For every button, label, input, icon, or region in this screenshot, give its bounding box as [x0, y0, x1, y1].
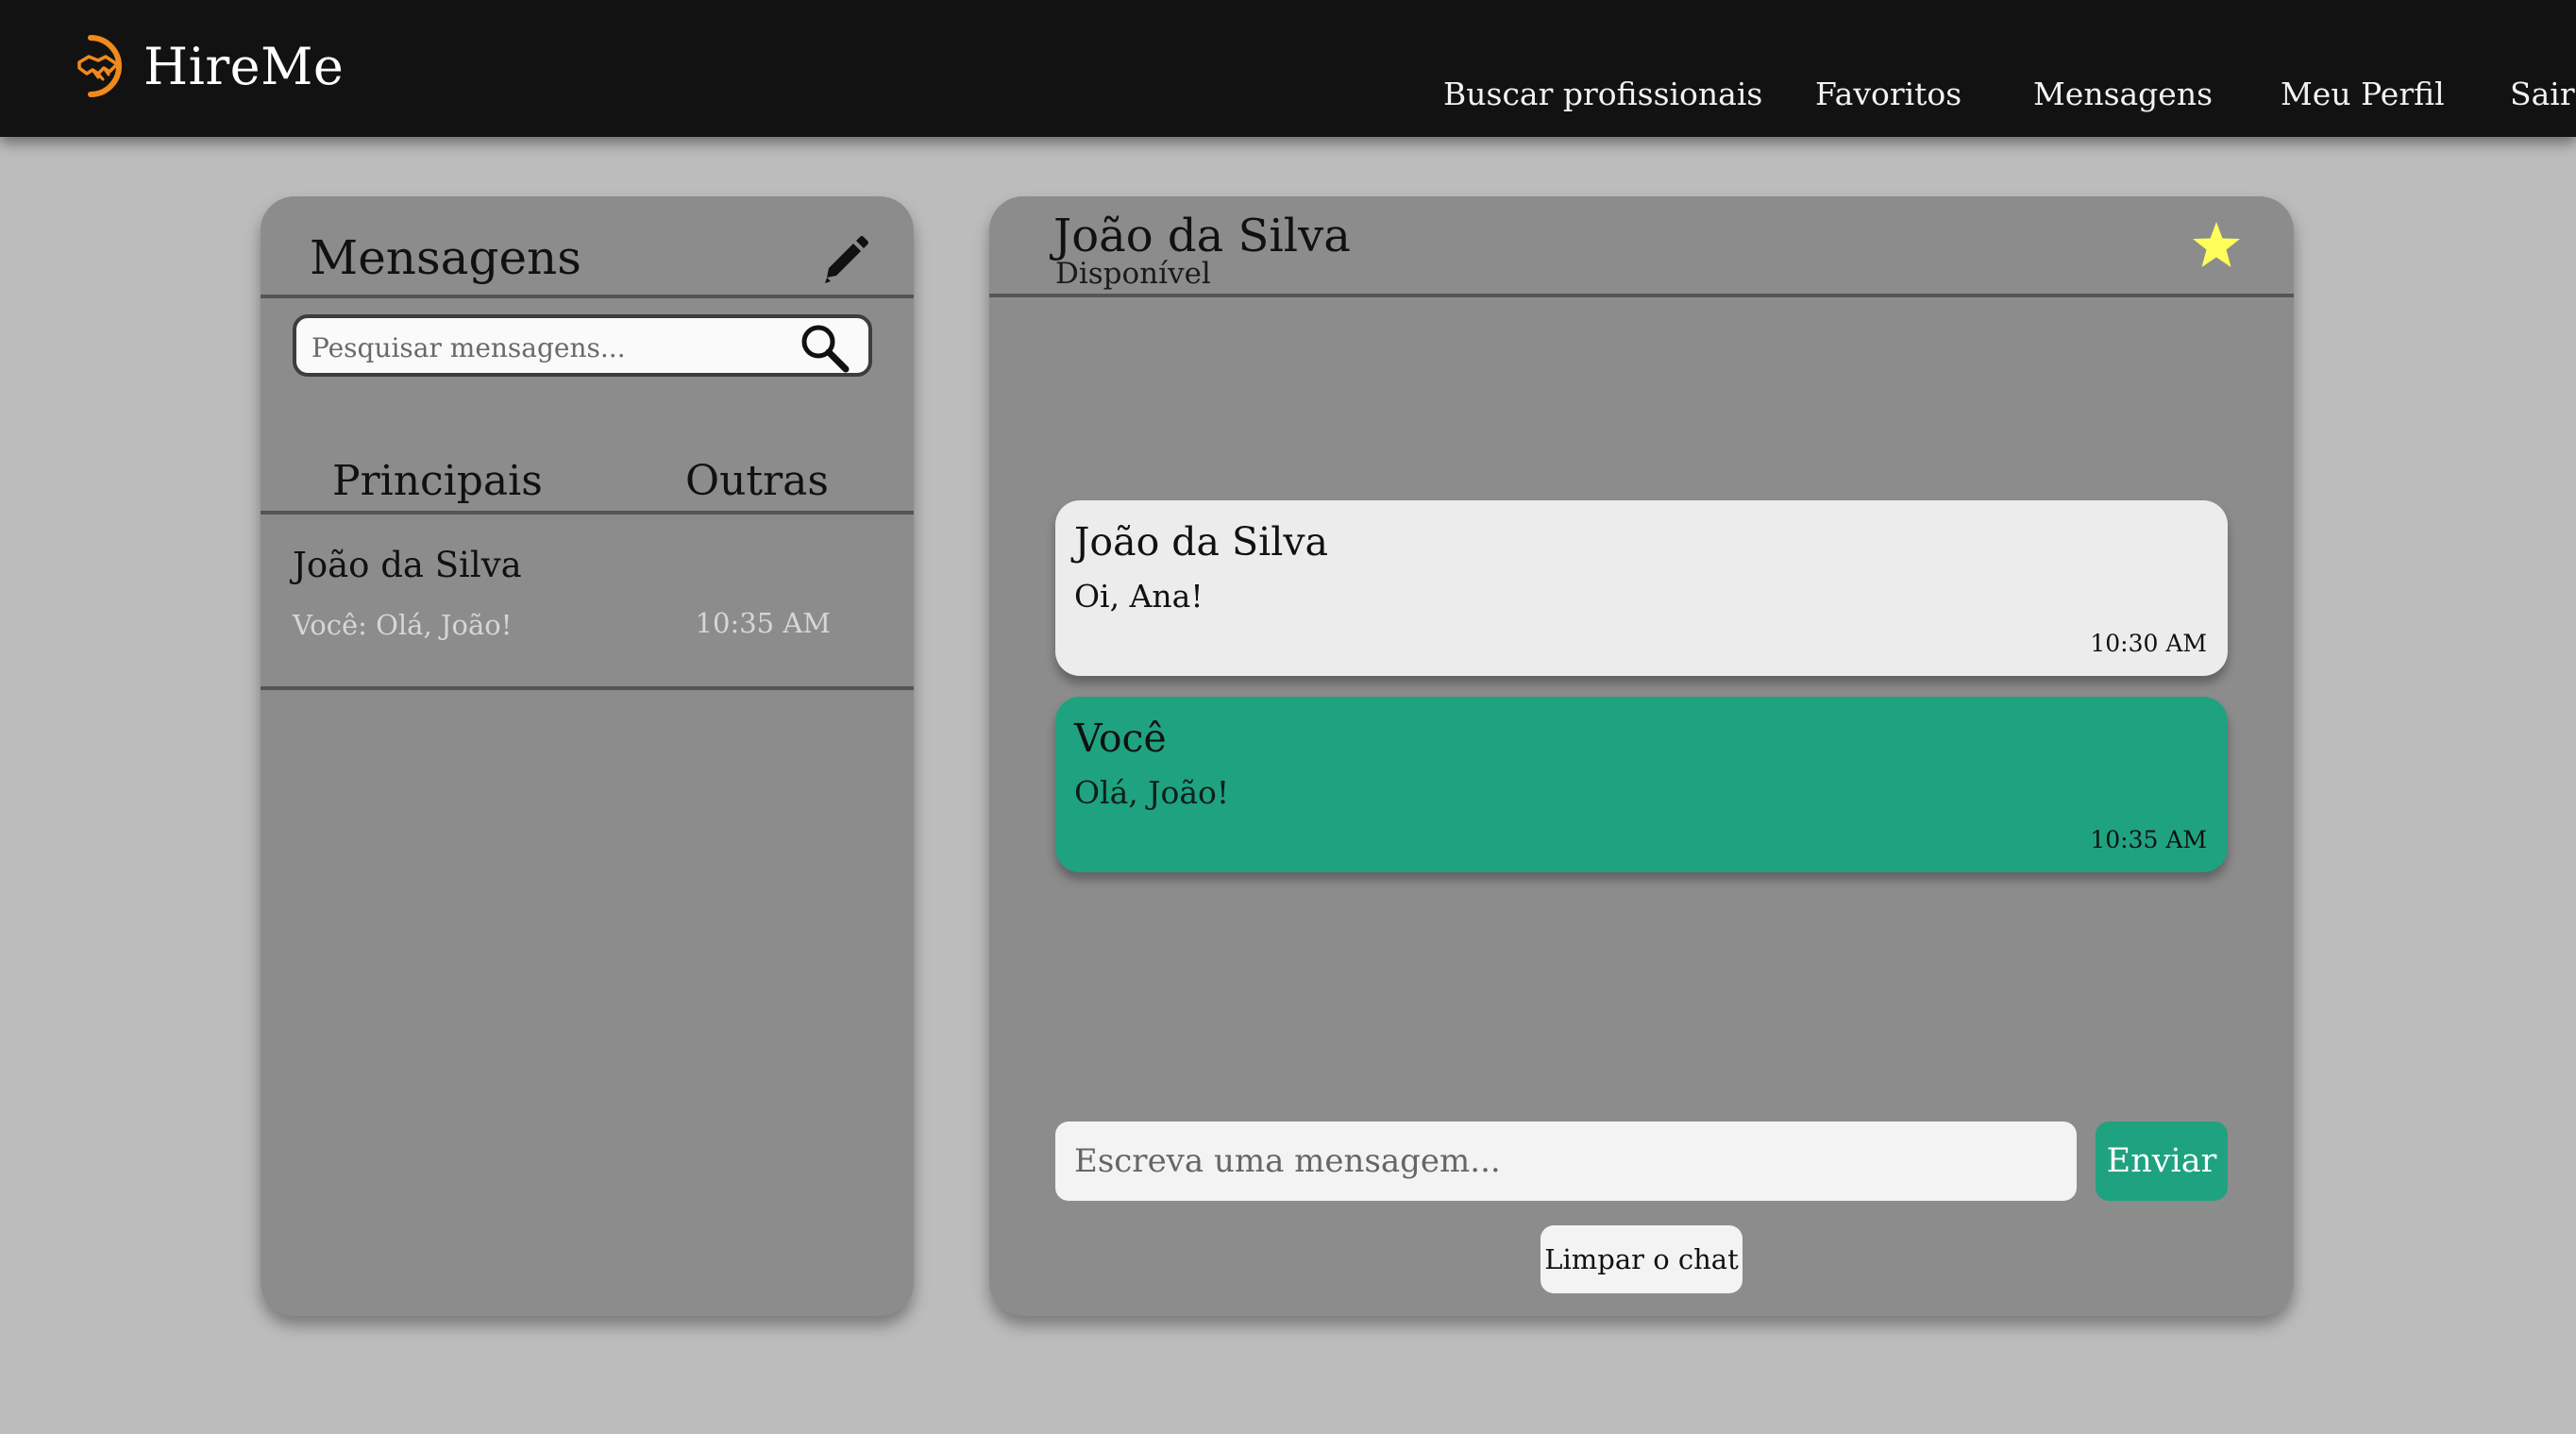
nav-link-sair[interactable]: Sair: [2510, 76, 2575, 112]
message-time: 10:35 AM: [2090, 826, 2207, 853]
top-navbar: HireMe Buscar profissionais Favoritos Me…: [0, 0, 2576, 137]
search-input[interactable]: [310, 326, 785, 369]
divider: [261, 686, 914, 690]
tab-outras[interactable]: Outras: [685, 457, 829, 505]
message-outgoing: Você Olá, João! 10:35 AM: [1055, 697, 2228, 872]
star-icon[interactable]: [2190, 219, 2243, 272]
message-sender: Você: [1074, 716, 1167, 761]
contact-name: João da Silva: [1053, 210, 1351, 262]
nav-link-buscar-profissionais[interactable]: Buscar profissionais: [1443, 76, 1762, 112]
search-box: [293, 314, 872, 377]
message-sender: João da Silva: [1074, 519, 1328, 565]
panel-title: Mensagens: [310, 230, 581, 285]
contact-status: Disponível: [1055, 257, 1211, 291]
nav-link-favoritos[interactable]: Favoritos: [1815, 76, 1961, 112]
conversation-item[interactable]: João da Silva Você: Olá, João! 10:35 AM: [261, 515, 914, 696]
chat-panel: João da Silva Disponível João da Silva O…: [989, 196, 2294, 1316]
message-incoming: João da Silva Oi, Ana! 10:30 AM: [1055, 500, 2228, 676]
conversation-name: João da Silva: [293, 545, 522, 585]
nav-links: Buscar profissionais Favoritos Mensagens…: [0, 76, 2576, 123]
message-input[interactable]: [1055, 1122, 2077, 1201]
conversation-preview: Você: Olá, João!: [293, 609, 513, 641]
search-icon[interactable]: [797, 320, 851, 375]
message-time: 10:30 AM: [2090, 630, 2207, 657]
divider: [989, 294, 2294, 297]
conversation-time: 10:35 AM: [695, 607, 831, 639]
send-button[interactable]: Enviar: [2096, 1122, 2228, 1201]
conversations-panel: Mensagens Principais Outras João da Silv…: [261, 196, 914, 1316]
nav-link-mensagens[interactable]: Mensagens: [2033, 76, 2213, 112]
pencil-icon[interactable]: [817, 232, 872, 287]
divider: [261, 295, 914, 298]
tab-principais[interactable]: Principais: [332, 457, 543, 505]
message-text: Oi, Ana!: [1074, 578, 1204, 615]
clear-chat-button[interactable]: Limpar o chat: [1541, 1225, 1743, 1293]
nav-link-meu-perfil[interactable]: Meu Perfil: [2281, 76, 2445, 112]
message-text: Olá, João!: [1074, 774, 1230, 811]
